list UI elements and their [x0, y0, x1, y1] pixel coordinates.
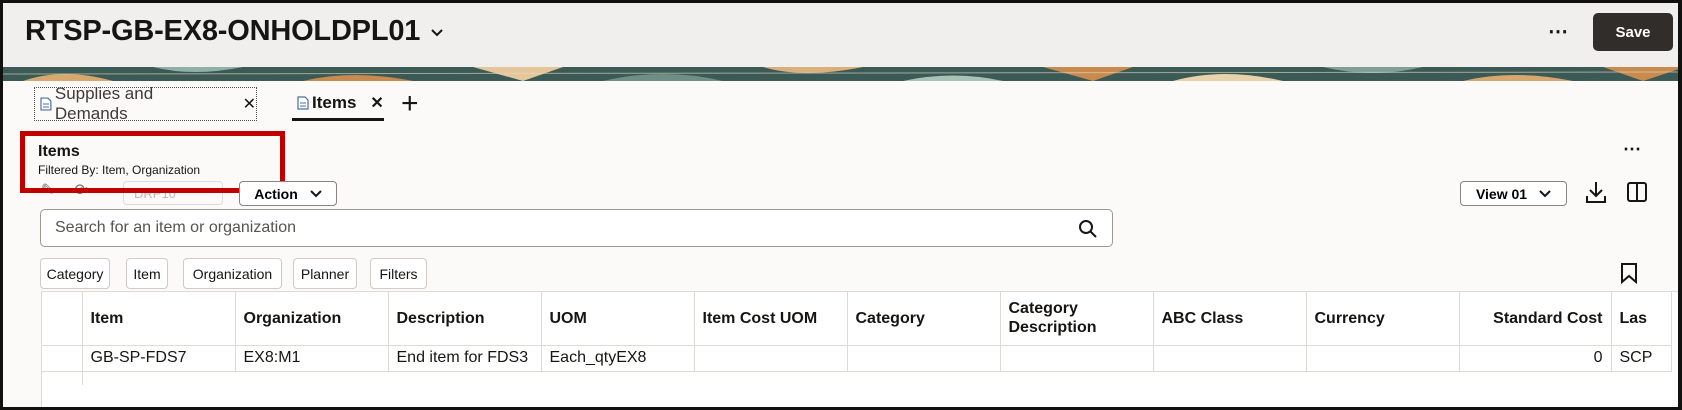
table-cell: EX8:M1: [235, 345, 389, 372]
chevron-down-icon: [310, 189, 322, 197]
close-icon[interactable]: ✕: [370, 93, 383, 113]
page-title-text: RTSP-GB-EX8-ONHOLDPL01: [25, 15, 421, 47]
row-select-header[interactable]: [42, 292, 83, 346]
table-cell: Each_qtyEX8: [541, 345, 695, 372]
items-table: Item Organization Description UOM Item C…: [41, 291, 1678, 407]
search-field[interactable]: [40, 209, 1113, 247]
chip-organization[interactable]: Organization: [183, 258, 282, 289]
column-header[interactable]: Las: [1611, 292, 1672, 346]
table-cell: [694, 345, 848, 372]
chip-filters[interactable]: Filters: [370, 258, 427, 289]
tab-items[interactable]: Items ✕: [292, 87, 384, 121]
tab-label: Items: [312, 92, 357, 112]
tab-label: Supplies and Demands: [54, 84, 154, 123]
table-row[interactable]: GB-SP-FDS7 EX8:M1 End item for FDS3 Each…: [42, 345, 1672, 372]
table-cell: [1306, 345, 1460, 372]
empty-cell: [82, 371, 1671, 385]
chevron-down-icon[interactable]: [430, 25, 444, 39]
document-icon: [297, 95, 309, 110]
page-title[interactable]: RTSP-GB-EX8-ONHOLDPL01: [25, 15, 444, 48]
panel-more-icon[interactable]: ⋯: [1623, 139, 1642, 160]
column-header[interactable]: Currency: [1306, 292, 1460, 346]
chevron-down-icon: [1539, 189, 1551, 197]
view-select-button[interactable]: View 01: [1460, 181, 1567, 206]
column-header[interactable]: Standard Cost: [1459, 292, 1612, 346]
columns-icon[interactable]: [1626, 181, 1648, 203]
search-input[interactable]: [55, 216, 1055, 240]
search-icon[interactable]: [1078, 219, 1098, 239]
table-cell: [1000, 345, 1154, 372]
action-menu-button[interactable]: Action: [239, 181, 337, 206]
tab-bar: Supplies and Demands ✕ Items ✕ +: [3, 81, 1678, 123]
add-tab-icon[interactable]: +: [401, 89, 419, 119]
column-header[interactable]: Category: [847, 292, 1001, 346]
chip-item[interactable]: Item: [126, 258, 168, 289]
empty-row: [42, 371, 1671, 385]
table-cell: End item for FDS3: [388, 345, 542, 372]
column-header[interactable]: Organization: [235, 292, 389, 346]
chip-planner[interactable]: Planner: [293, 258, 357, 289]
view-label: View 01: [1475, 185, 1528, 202]
document-icon: [40, 97, 52, 111]
page-header: RTSP-GB-EX8-ONHOLDPL01 ⋯ Save: [3, 3, 1678, 67]
table-cell: GB-SP-FDS7: [82, 345, 236, 372]
row-select-cell: [42, 371, 83, 385]
more-actions-icon[interactable]: ⋯: [1548, 19, 1569, 44]
download-icon[interactable]: [1585, 180, 1607, 204]
save-button[interactable]: Save: [1593, 13, 1673, 51]
column-header[interactable]: Description: [388, 292, 542, 346]
column-header[interactable]: Category Description: [1000, 292, 1154, 346]
tab-supplies-and-demands[interactable]: Supplies and Demands ✕: [34, 84, 257, 123]
action-label: Action: [254, 185, 298, 202]
table-cell: [847, 345, 1001, 372]
decorative-banner: [3, 67, 1678, 81]
table-header-row: Item Organization Description UOM Item C…: [42, 292, 1672, 346]
items-panel: Items Filtered By: Item, Organization ✎ …: [3, 125, 1678, 407]
column-header[interactable]: UOM: [541, 292, 695, 346]
column-header[interactable]: Item: [82, 292, 236, 346]
row-select-cell[interactable]: [42, 345, 83, 372]
bookmark-icon[interactable]: [1620, 262, 1638, 284]
column-header[interactable]: Item Cost UOM: [694, 292, 848, 346]
table-cell: 0: [1459, 345, 1612, 372]
column-header[interactable]: ABC Class: [1153, 292, 1307, 346]
table-cell: [1153, 345, 1307, 372]
table-cell: SCP: [1611, 345, 1672, 372]
app-window: RTSP-GB-EX8-ONHOLDPL01 ⋯ Save Supplies a: [0, 0, 1682, 410]
close-icon[interactable]: ✕: [243, 94, 256, 114]
chip-category[interactable]: Category: [40, 258, 110, 289]
